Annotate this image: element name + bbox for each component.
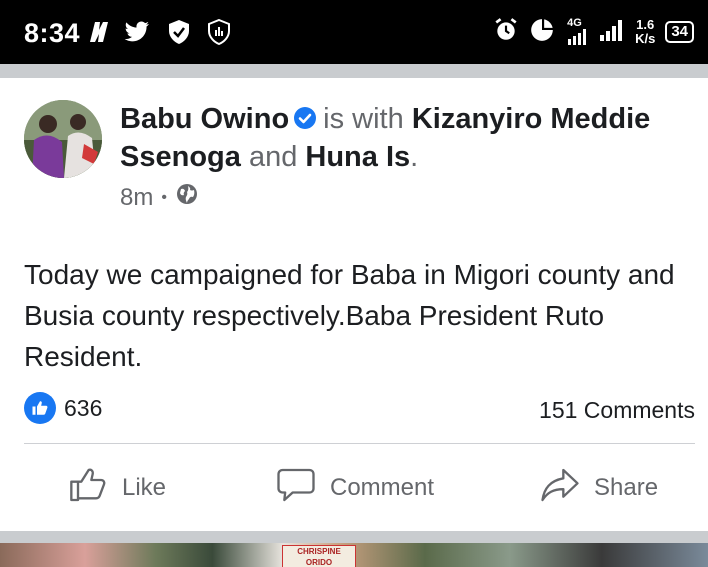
poster-line-2: ORIDO (305, 558, 333, 567)
signal-4g-icon: 4G (565, 17, 589, 47)
meta-separator: • (161, 188, 167, 206)
signal-bars-icon (599, 19, 625, 46)
net-speed: 1.6 K/s (635, 18, 655, 46)
share-arrow-icon (540, 465, 580, 512)
shield-check-icon (166, 18, 192, 46)
alarm-icon (493, 17, 519, 48)
net-speed-value: 1.6 (636, 17, 655, 32)
comment-bubble-icon (276, 465, 316, 512)
feed-separator (0, 64, 708, 78)
like-label: Like (122, 474, 167, 501)
comment-button[interactable]: Comment (276, 468, 434, 508)
poster-line-1: CHRISPINE (297, 547, 341, 556)
divider (24, 443, 695, 444)
net-speed-unit: K/s (635, 31, 656, 46)
netflix-n-icon (86, 18, 112, 46)
share-label: Share (594, 474, 659, 501)
reaction-count: 636 (64, 394, 103, 421)
avatar[interactable] (24, 100, 102, 178)
post-time[interactable]: 8m (120, 184, 153, 212)
comment-label: Comment (330, 474, 435, 501)
reactions-summary[interactable]: 636 (24, 392, 102, 424)
status-bar: 8:34 4G 1.6 K/s 34 (0, 0, 708, 64)
network-type-label: 4G (567, 17, 582, 29)
post-meta: 8m • (120, 182, 199, 213)
status-right-group: 4G 1.6 K/s 34 (493, 14, 694, 50)
period-text: . (410, 141, 419, 173)
twitter-icon (124, 18, 150, 46)
data-saver-icon (529, 17, 555, 48)
post-body: Today we campaigned for Baba in Migori c… (24, 259, 675, 372)
campaign-poster: CHRISPINE ORIDO (282, 545, 356, 567)
comments-count[interactable]: 151 Comments (539, 397, 695, 424)
post-header: Babu Owino is with Kizanyiro Meddie Sseno… (120, 100, 690, 176)
verified-badge-icon (293, 102, 317, 129)
battery-icon: 34 (665, 21, 694, 43)
like-button[interactable]: Like (68, 468, 166, 508)
is-with-text: is with (323, 103, 404, 135)
post-photo[interactable]: CHRISPINE ORIDO (0, 531, 708, 567)
share-button[interactable]: Share (540, 468, 658, 508)
globe-icon (175, 182, 199, 213)
status-time: 8:34 (24, 18, 81, 48)
like-reaction-icon (24, 392, 56, 424)
shield-app-icon (206, 18, 232, 46)
author-name[interactable]: Babu Owino (120, 103, 289, 135)
and-text: and (248, 141, 298, 173)
tagged-person-2[interactable]: Huna Is (305, 141, 410, 173)
feed-post: Babu Owino is with Kizanyiro Meddie Sseno… (0, 78, 708, 531)
thumbs-up-icon (68, 465, 108, 512)
